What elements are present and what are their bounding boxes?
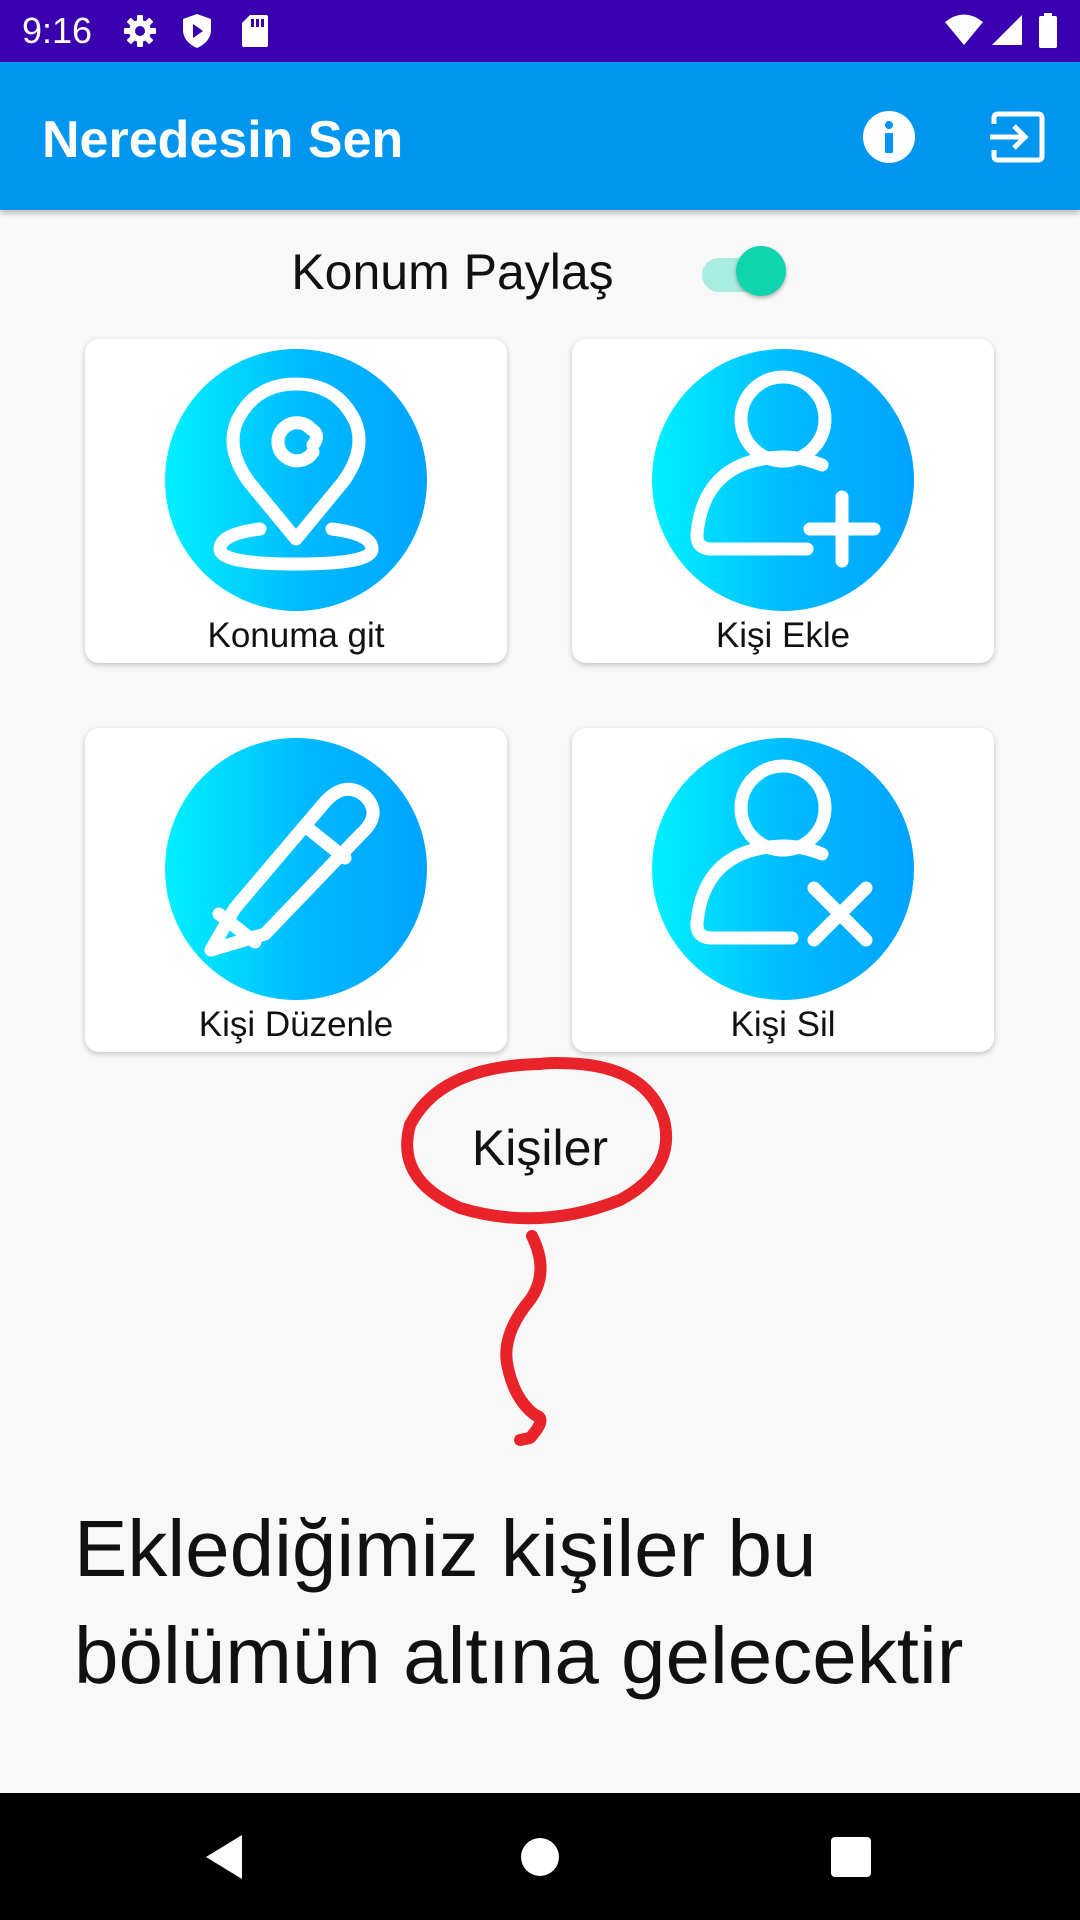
- card-label: Kişi Sil: [730, 1005, 836, 1044]
- card-label: Kişi Ekle: [715, 616, 851, 655]
- pencil-icon: [165, 738, 427, 1000]
- back-button[interactable]: [202, 1833, 246, 1886]
- recents-button[interactable]: [830, 1836, 872, 1883]
- gear-icon: [122, 13, 158, 54]
- edit-person-card[interactable]: Kişi Düzenle: [85, 728, 507, 1052]
- back-icon: [206, 1835, 242, 1879]
- app-title: Neredesin Sen: [42, 111, 404, 169]
- recents-icon: [831, 1837, 871, 1877]
- card-label: Konuma git: [207, 616, 385, 655]
- location-share-switch[interactable]: [700, 246, 788, 298]
- app-bar: Neredesin Sen: [0, 62, 1080, 210]
- home-button[interactable]: [520, 1837, 560, 1882]
- add-person-icon: [652, 349, 914, 611]
- status-time: 9:16: [22, 10, 93, 51]
- annotation-note: Eklediğimiz kişiler bu bölümün altına ge…: [74, 1504, 964, 1700]
- remove-person-card[interactable]: Kişi Sil: [572, 728, 994, 1052]
- status-bar: 9:16: [0, 0, 1080, 62]
- home-icon: [521, 1838, 559, 1876]
- logout-button[interactable]: [982, 102, 1052, 172]
- shield-play-icon: [181, 13, 213, 54]
- add-person-card[interactable]: Kişi Ekle: [572, 339, 994, 663]
- battery-icon: [1038, 13, 1058, 54]
- logout-icon: [990, 111, 1045, 163]
- navigation-bar: [0, 1793, 1080, 1920]
- wifi-icon: [944, 13, 984, 52]
- cellular-signal-icon: [990, 13, 1024, 52]
- contacts-section-title: Kişiler: [471, 1120, 609, 1176]
- go-to-location-card[interactable]: Konuma git: [85, 339, 507, 663]
- info-icon: [863, 111, 915, 163]
- location-pin-icon: [165, 349, 427, 611]
- card-label: Kişi Düzenle: [198, 1005, 394, 1044]
- info-button[interactable]: [854, 102, 924, 172]
- remove-person-icon: [652, 738, 914, 1000]
- sd-card-icon: [240, 13, 270, 54]
- switch-thumb: [736, 246, 786, 296]
